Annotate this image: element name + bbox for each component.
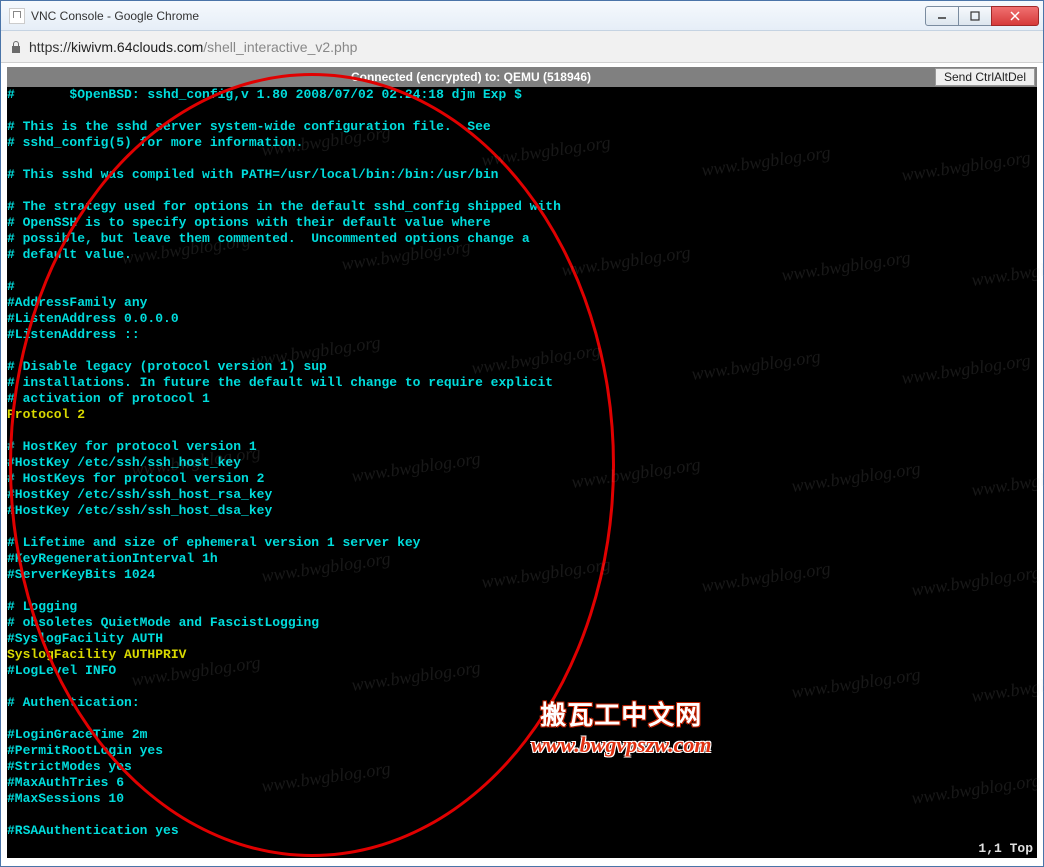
terminal-line: # Disable legacy (protocol version 1) su… xyxy=(7,359,1037,375)
terminal-line: #HostKey /etc/ssh/ssh_host_rsa_key xyxy=(7,487,1037,503)
terminal-line: #RSAAuthentication yes xyxy=(7,823,1037,839)
terminal-line: # default value. xyxy=(7,247,1037,263)
terminal-line: #KeyRegenerationInterval 1h xyxy=(7,551,1037,567)
terminal-line: #HostKey /etc/ssh/ssh_host_key xyxy=(7,455,1037,471)
terminal-output[interactable]: # $OpenBSD: sshd_config,v 1.80 2008/07/0… xyxy=(7,87,1037,858)
terminal-line: # xyxy=(7,279,1037,295)
terminal-line: #AddressFamily any xyxy=(7,295,1037,311)
terminal-line: # OpenSSH is to specify options with the… xyxy=(7,215,1037,231)
terminal-line: # Logging xyxy=(7,599,1037,615)
maximize-button[interactable] xyxy=(958,6,992,26)
terminal-line xyxy=(7,711,1037,727)
terminal-line: # Authentication: xyxy=(7,695,1037,711)
vnc-status-bar: Connected (encrypted) to: QEMU (518946) … xyxy=(7,67,1037,87)
terminal-line: # sshd_config(5) for more information. xyxy=(7,135,1037,151)
vim-statusline: 1,1 Top xyxy=(978,841,1033,856)
terminal-line: # HostKey for protocol version 1 xyxy=(7,439,1037,455)
terminal-line: Protocol 2 xyxy=(7,407,1037,423)
terminal-line xyxy=(7,263,1037,279)
terminal-line xyxy=(7,103,1037,119)
terminal-line xyxy=(7,151,1037,167)
terminal-line: #MaxSessions 10 xyxy=(7,791,1037,807)
vnc-console: Connected (encrypted) to: QEMU (518946) … xyxy=(7,67,1037,858)
chrome-window: VNC Console - Google Chrome https://kiwi… xyxy=(0,0,1044,867)
window-controls xyxy=(926,6,1039,26)
terminal-line: #MaxAuthTries 6 xyxy=(7,775,1037,791)
terminal-line: # installations. In future the default w… xyxy=(7,375,1037,391)
terminal-line: # HostKeys for protocol version 2 xyxy=(7,471,1037,487)
terminal-line: #LoginGraceTime 2m xyxy=(7,727,1037,743)
terminal-line xyxy=(7,807,1037,823)
terminal-line xyxy=(7,423,1037,439)
terminal-line: #ServerKeyBits 1024 xyxy=(7,567,1037,583)
terminal-line xyxy=(7,679,1037,695)
terminal-line xyxy=(7,519,1037,535)
terminal-line: #HostKey /etc/ssh/ssh_host_dsa_key xyxy=(7,503,1037,519)
url-path: /shell_interactive_v2.php xyxy=(203,39,357,55)
terminal-line: # The strategy used for options in the d… xyxy=(7,199,1037,215)
terminal-line: SyslogFacility AUTHPRIV xyxy=(7,647,1037,663)
send-ctrlaltdel-button[interactable]: Send CtrlAltDel xyxy=(935,68,1035,86)
terminal-line: #SyslogFacility AUTH xyxy=(7,631,1037,647)
terminal-line: # Lifetime and size of ephemeral version… xyxy=(7,535,1037,551)
terminal-line xyxy=(7,183,1037,199)
terminal-line: # $OpenBSD: sshd_config,v 1.80 2008/07/0… xyxy=(7,87,1037,103)
minimize-button[interactable] xyxy=(925,6,959,26)
terminal-line: # activation of protocol 1 xyxy=(7,391,1037,407)
terminal-line: #PermitRootLogin yes xyxy=(7,743,1037,759)
close-button[interactable] xyxy=(991,6,1039,26)
url-text: https://kiwivm.64clouds.com/shell_intera… xyxy=(29,39,357,55)
terminal-line: #StrictModes yes xyxy=(7,759,1037,775)
address-bar[interactable]: https://kiwivm.64clouds.com/shell_intera… xyxy=(1,31,1043,63)
page-favicon-icon xyxy=(9,8,25,24)
window-titlebar[interactable]: VNC Console - Google Chrome xyxy=(1,1,1043,31)
terminal-line: #ListenAddress :: xyxy=(7,327,1037,343)
vnc-status-text: Connected (encrypted) to: QEMU (518946) xyxy=(7,70,935,84)
url-host: kiwivm.64clouds.com xyxy=(71,39,203,55)
url-scheme: https:// xyxy=(29,39,71,55)
terminal-line: # This sshd was compiled with PATH=/usr/… xyxy=(7,167,1037,183)
terminal-line: #ListenAddress 0.0.0.0 xyxy=(7,311,1037,327)
lock-icon xyxy=(9,40,23,54)
window-title: VNC Console - Google Chrome xyxy=(31,9,926,23)
terminal-line: # This is the sshd server system-wide co… xyxy=(7,119,1037,135)
terminal-line xyxy=(7,583,1037,599)
terminal-line xyxy=(7,343,1037,359)
terminal-line: # obsoletes QuietMode and FascistLogging xyxy=(7,615,1037,631)
terminal-line: #LogLevel INFO xyxy=(7,663,1037,679)
terminal-line: # possible, but leave them commented. Un… xyxy=(7,231,1037,247)
